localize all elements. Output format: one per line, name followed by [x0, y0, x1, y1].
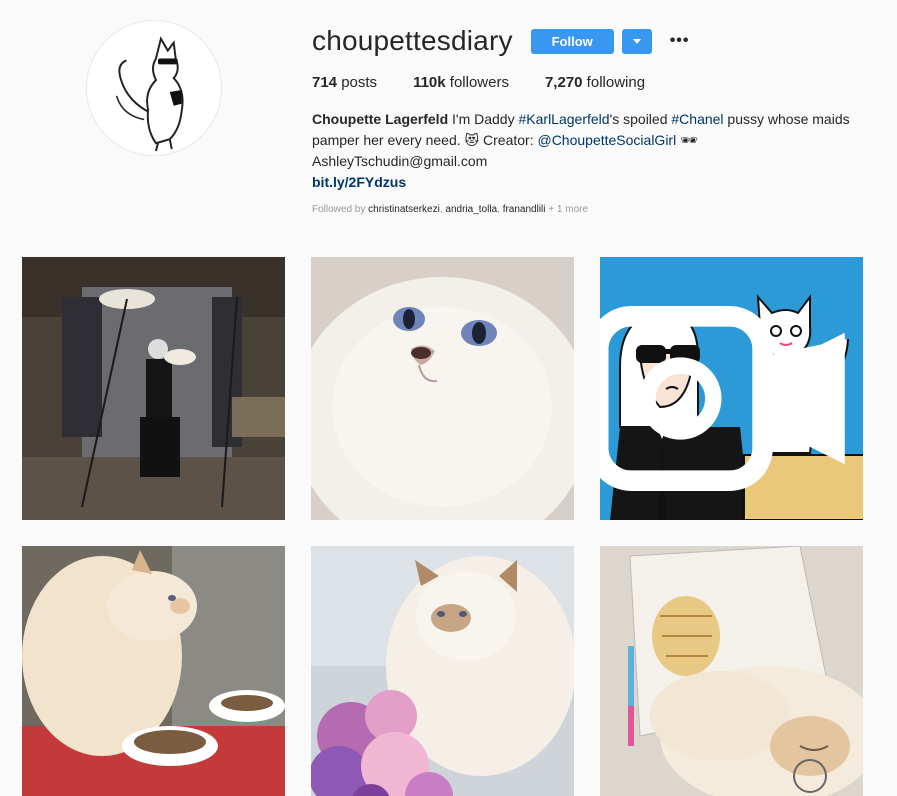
follower-link[interactable]: christinatserkezi	[368, 204, 440, 215]
follower-link[interactable]: andria_tolla	[445, 204, 497, 215]
more-options-button[interactable]: •••	[670, 29, 690, 54]
followed-by-prefix: Followed by	[312, 204, 369, 215]
bio-text: I'm Daddy	[448, 111, 519, 127]
bio-text: 's spoiled	[609, 111, 672, 127]
video-camera-icon	[600, 306, 845, 491]
posts-label: posts	[337, 74, 378, 91]
photo-photoshoot	[22, 257, 285, 520]
follow-button[interactable]: Follow	[530, 28, 614, 54]
hashtag-link[interactable]: #Chanel	[671, 111, 723, 127]
profile-full-name: Choupette Lagerfeld	[312, 111, 449, 127]
suggestions-dropdown-button[interactable]	[621, 28, 652, 54]
avatar-cat-drawing	[87, 21, 221, 155]
bio-text: 🕶	[676, 132, 698, 148]
following-stat[interactable]: 7,270 following	[545, 74, 645, 91]
followers-count: 110k	[413, 74, 446, 91]
post-illustration[interactable]	[600, 257, 863, 520]
more-followers-link[interactable]: + 1 more	[546, 204, 588, 215]
profile-stats: 714 posts 110k followers 7,270 following	[312, 74, 872, 91]
profile-bio: Choupette Lagerfeld I'm Daddy #KarlLager…	[312, 109, 860, 193]
followers-label: followers	[445, 74, 509, 91]
hashtag-link[interactable]: #KarlLagerfeld	[519, 111, 610, 127]
mention-link[interactable]: @ChoupetteSocialGirl	[537, 132, 676, 148]
post-cat-eating[interactable]	[22, 546, 285, 796]
bio-email: AshleyTschudin@gmail.com	[312, 153, 488, 169]
photo-cat-eating	[22, 546, 285, 796]
title-row: choupettesdiary Follow •••	[312, 22, 872, 60]
bio-website-link[interactable]: bit.ly/2FYdzus	[312, 172, 860, 193]
chevron-down-icon	[632, 38, 641, 44]
post-cat-sleeping[interactable]	[600, 546, 863, 796]
followers-stat[interactable]: 110k followers	[413, 74, 509, 91]
following-count: 7,270	[544, 74, 583, 91]
posts-count: 714	[312, 74, 338, 91]
post-photoshoot[interactable]	[22, 257, 285, 520]
follower-link[interactable]: franandlili	[503, 204, 546, 215]
profile-avatar[interactable]	[86, 20, 222, 156]
photo-cat-sleeping	[600, 546, 863, 796]
profile-header: choupettesdiary Follow ••• 714 posts 110…	[312, 22, 872, 215]
profile-username: choupettesdiary	[312, 25, 513, 56]
photo-cat-flowers	[311, 546, 574, 796]
post-cat-flowers[interactable]	[311, 546, 574, 796]
followed-by: Followed by christinatserkezi, andria_to…	[312, 204, 872, 215]
posts-stat: 714 posts	[312, 74, 377, 91]
photo-cat-closeup	[311, 257, 574, 520]
following-label: following	[582, 74, 646, 91]
post-cat-closeup[interactable]	[311, 257, 574, 520]
posts-grid	[22, 257, 863, 796]
